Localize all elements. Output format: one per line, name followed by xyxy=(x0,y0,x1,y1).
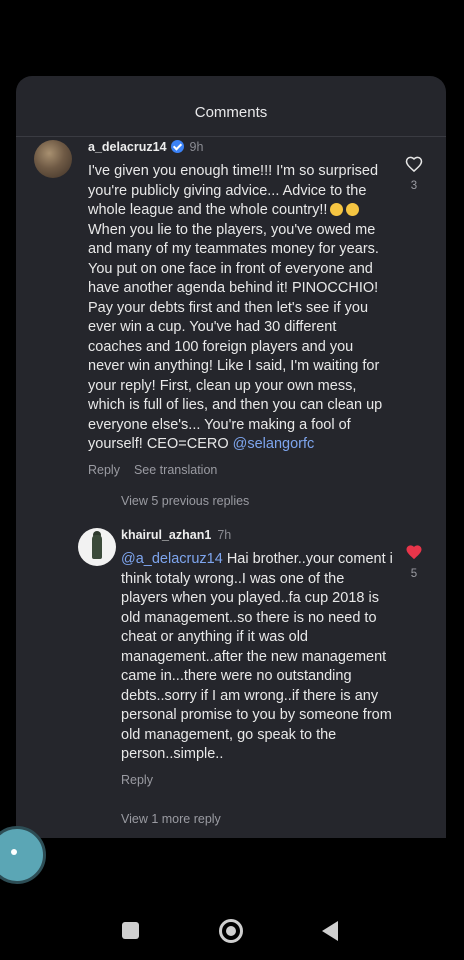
comment-username[interactable]: khairul_azhan1 xyxy=(121,528,211,542)
comment-actions: Reply xyxy=(121,773,393,787)
mention-link[interactable]: @selangorfc xyxy=(233,436,315,452)
like-count: 3 xyxy=(410,180,418,192)
nav-home-icon[interactable] xyxy=(219,919,243,943)
nav-recents-icon[interactable] xyxy=(122,922,139,939)
comment-item: a_delacruz14 9h I've given you enough tim… xyxy=(88,140,388,477)
reply-button[interactable]: Reply xyxy=(88,463,120,477)
heart-filled-icon xyxy=(406,545,422,560)
view-more-replies[interactable]: View 1 more reply xyxy=(121,812,221,826)
sheet-title: Comments xyxy=(194,104,268,121)
mention-link[interactable]: @a_delacruz14 xyxy=(121,551,223,567)
comment-actions: Reply See translation xyxy=(88,463,388,477)
comment-text: @a_delacruz14 Hai brother..your coment i… xyxy=(121,551,393,762)
like-button[interactable]: 3 xyxy=(402,154,426,192)
comment-time: 7h xyxy=(217,528,232,542)
reply-button[interactable]: Reply xyxy=(121,773,153,787)
heart-outline-icon xyxy=(405,156,423,173)
comments-sheet: Comments a_delacruz14 9h I've given you e… xyxy=(16,76,446,838)
comment-meta: khairul_azhan1 7h xyxy=(121,528,393,542)
comment-time: 9h xyxy=(189,140,204,154)
reply-item: khairul_azhan1 7h @a_delacruz14 Hai broth… xyxy=(121,528,393,787)
like-count: 5 xyxy=(410,568,418,580)
avatar[interactable] xyxy=(34,140,72,178)
like-button[interactable]: 5 xyxy=(402,542,426,580)
sheet-divider xyxy=(16,136,446,137)
comment-meta: a_delacruz14 9h xyxy=(88,140,388,154)
see-translation-button[interactable]: See translation xyxy=(134,463,217,477)
thinking-emoji-icon xyxy=(346,203,360,216)
comment-text: I've given you enough time!!! I'm so sur… xyxy=(88,163,383,452)
nav-back-icon[interactable] xyxy=(322,921,338,941)
comment-username[interactable]: a_delacruz14 xyxy=(88,140,167,154)
avatar[interactable] xyxy=(78,528,116,566)
verified-badge-icon xyxy=(170,140,184,153)
grin-emoji-icon xyxy=(330,203,344,216)
system-nav-bar xyxy=(0,890,464,960)
view-previous-replies[interactable]: View 5 previous replies xyxy=(121,494,249,508)
